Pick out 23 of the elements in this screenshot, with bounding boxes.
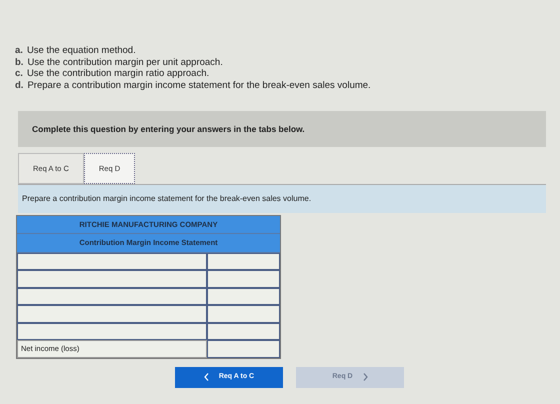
- chevron-left-icon: [204, 373, 209, 381]
- instruction-banner: Complete this question by entering your answers in the tabs below.: [18, 111, 546, 147]
- input-field[interactable]: [207, 252, 280, 270]
- requirement-text: Use the contribution margin ratio approach.: [26, 68, 210, 79]
- chevron-right-icon: [362, 373, 368, 381]
- input-field[interactable]: [17, 322, 207, 340]
- prompt-text: Prepare a contribution margin income statement for the break-even sales volume.: [18, 184, 546, 213]
- item-letter: a.: [15, 45, 23, 56]
- input-field[interactable]: [207, 322, 280, 340]
- item-letter: d.: [15, 80, 24, 90]
- item-letter: b.: [15, 56, 24, 68]
- input-field[interactable]: [207, 288, 280, 305]
- input-field[interactable]: [17, 288, 207, 305]
- requirement-text: Use the contribution margin per unit approach.: [27, 56, 223, 68]
- item-letter: c.: [15, 68, 23, 79]
- input-field[interactable]: [17, 270, 207, 288]
- requirement-text: Prepare a contribution margin income statement for the break-even sales volume.: [27, 80, 371, 90]
- input-field[interactable]: [207, 270, 280, 288]
- requirement-text: Use the equation method.: [26, 45, 136, 56]
- input-field[interactable]: [207, 305, 280, 322]
- input-field[interactable]: [17, 305, 207, 322]
- input-field[interactable]: [17, 252, 207, 270]
- input-field[interactable]: [207, 340, 280, 358]
